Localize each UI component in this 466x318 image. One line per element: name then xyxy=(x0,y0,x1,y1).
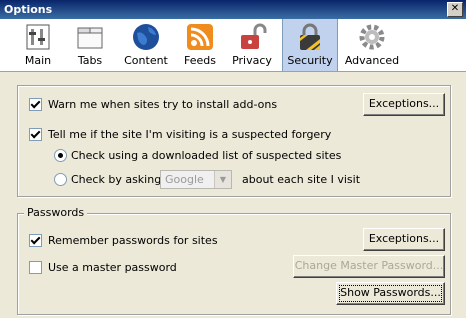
chevron-down-icon: ▼ xyxy=(214,171,231,188)
main-icon xyxy=(26,24,50,50)
pane-feeds[interactable]: Feeds xyxy=(180,19,220,71)
close-button[interactable]: ✕ xyxy=(447,2,463,17)
pane-main[interactable]: Main xyxy=(16,19,60,71)
addons-exceptions-button[interactable]: Exceptions... xyxy=(363,93,445,116)
remember-passwords-checkbox[interactable] xyxy=(29,234,42,247)
pane-tabs[interactable]: Tabs xyxy=(68,19,112,71)
passwords-group: Passwords Remember passwords for sites E… xyxy=(17,206,451,315)
radio-downloaded-label[interactable]: Check using a downloaded list of suspect… xyxy=(71,149,341,162)
forgery-checkbox[interactable] xyxy=(29,128,42,141)
pane-label: Privacy xyxy=(232,54,272,67)
options-toolbar: Main Tabs Content Feeds Privacy Security… xyxy=(0,19,466,72)
passwords-exceptions-button[interactable]: Exceptions... xyxy=(363,228,445,251)
pane-label: Security xyxy=(287,54,333,67)
pane-label: Advanced xyxy=(344,54,400,67)
advanced-gear-icon xyxy=(359,24,385,50)
forgery-label[interactable]: Tell me if the site I'm visiting is a su… xyxy=(48,128,331,141)
pane-content[interactable]: Content xyxy=(122,19,170,71)
pane-label: Tabs xyxy=(77,54,103,67)
pane-security[interactable]: Security xyxy=(282,19,338,71)
provider-value: Google xyxy=(165,173,204,186)
change-master-password-button[interactable]: Change Master Password... xyxy=(293,255,445,278)
warn-addons-label[interactable]: Warn me when sites try to install add-on… xyxy=(48,98,277,111)
forgery-suffix-label: about each site I visit xyxy=(242,173,361,186)
pane-advanced[interactable]: Advanced xyxy=(344,19,400,71)
pane-label: Main xyxy=(24,54,52,67)
security-padlock-icon xyxy=(300,23,320,50)
radio-ask-label[interactable]: Check by asking xyxy=(71,173,161,186)
security-general-group: Warn me when sites try to install add-on… xyxy=(17,85,451,197)
master-password-checkbox[interactable] xyxy=(29,261,42,274)
pane-label: Feeds xyxy=(184,54,216,67)
warn-addons-checkbox[interactable] xyxy=(29,98,42,111)
window-title: Options xyxy=(4,3,53,16)
provider-select[interactable]: Google ▼ xyxy=(160,170,232,189)
pane-privacy[interactable]: Privacy xyxy=(230,19,274,71)
tabs-icon xyxy=(77,27,103,49)
radio-check-by-asking[interactable] xyxy=(54,173,67,186)
remember-passwords-label[interactable]: Remember passwords for sites xyxy=(48,234,218,247)
title-bar: Options ✕ xyxy=(0,0,466,19)
privacy-lock-icon xyxy=(241,23,267,49)
radio-downloaded-list[interactable] xyxy=(54,149,67,162)
feeds-icon xyxy=(187,24,213,50)
content-globe-icon xyxy=(133,24,159,50)
pane-label: Content xyxy=(124,54,168,67)
show-passwords-button[interactable]: Show Passwords... xyxy=(336,282,445,305)
passwords-legend: Passwords xyxy=(24,206,88,219)
master-password-label[interactable]: Use a master password xyxy=(48,261,177,274)
